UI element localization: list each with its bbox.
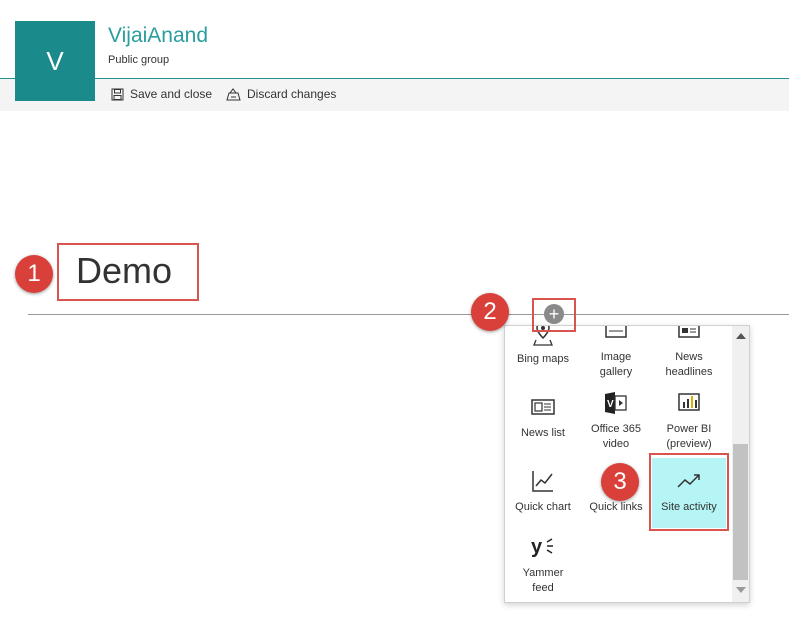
discard-changes-label: Discard changes <box>247 87 337 101</box>
webpart-office-365-video[interactable]: V Office 365 video <box>580 390 652 452</box>
image-gallery-icon <box>603 326 629 344</box>
site-logo-letter: V <box>46 45 64 76</box>
webpart-yammer-feed[interactable]: y Yammer feed <box>507 534 579 596</box>
site-logo[interactable]: V <box>15 21 95 101</box>
add-webpart-button[interactable]: + <box>544 304 564 324</box>
webpart-label: Power BI (preview) <box>666 423 712 450</box>
news-headlines-icon <box>676 326 702 344</box>
yammer-icon: y <box>530 534 556 560</box>
webpart-label: Bing maps <box>517 353 569 365</box>
discard-changes-button[interactable]: Discard changes <box>226 87 336 101</box>
section-divider <box>28 314 789 315</box>
discard-icon <box>226 87 241 101</box>
command-bar: Save and close Discard changes <box>0 79 789 111</box>
site-activity-highlight-box <box>649 453 729 531</box>
save-and-close-button[interactable]: Save and close <box>111 87 212 101</box>
power-bi-icon <box>676 390 702 416</box>
webpart-quick-chart[interactable]: Quick chart <box>507 468 579 515</box>
webpart-power-bi[interactable]: Power BI (preview) <box>653 390 725 452</box>
webpart-label: Yammer feed <box>522 567 564 594</box>
save-and-close-label: Save and close <box>130 87 213 101</box>
scroll-down-icon[interactable] <box>736 587 746 593</box>
video-icon: V <box>603 390 629 416</box>
scrollbar-thumb[interactable] <box>733 444 748 580</box>
plus-icon: + <box>548 304 560 324</box>
webpart-label: Office 365 video <box>591 423 641 450</box>
step-1-badge: 1 <box>15 255 53 293</box>
webpart-news-headlines[interactable]: News headlines <box>653 326 725 380</box>
webpart-label: News list <box>520 427 565 439</box>
webpart-label: Quick chart <box>515 501 571 513</box>
webpart-image-gallery[interactable]: Image gallery <box>580 326 652 380</box>
scroll-up-icon[interactable] <box>736 333 746 339</box>
page-title[interactable]: Demo <box>76 250 172 292</box>
webpart-news-list[interactable]: News list <box>507 394 579 441</box>
step-2-badge: 2 <box>471 293 509 331</box>
svg-text:y: y <box>531 536 543 558</box>
save-icon <box>111 88 124 101</box>
svg-text:V: V <box>607 399 614 410</box>
webpart-label: Image gallery <box>599 351 633 378</box>
webpart-label: News headlines <box>665 351 713 378</box>
step-3-badge: 3 <box>601 463 639 501</box>
chart-icon <box>530 468 556 494</box>
webpart-label: Quick links <box>589 501 643 513</box>
panel-scrollbar[interactable] <box>732 326 749 602</box>
site-subtitle: Public group <box>108 54 170 66</box>
site-title[interactable]: VijaiAnand <box>108 24 208 48</box>
news-list-icon <box>530 394 556 420</box>
